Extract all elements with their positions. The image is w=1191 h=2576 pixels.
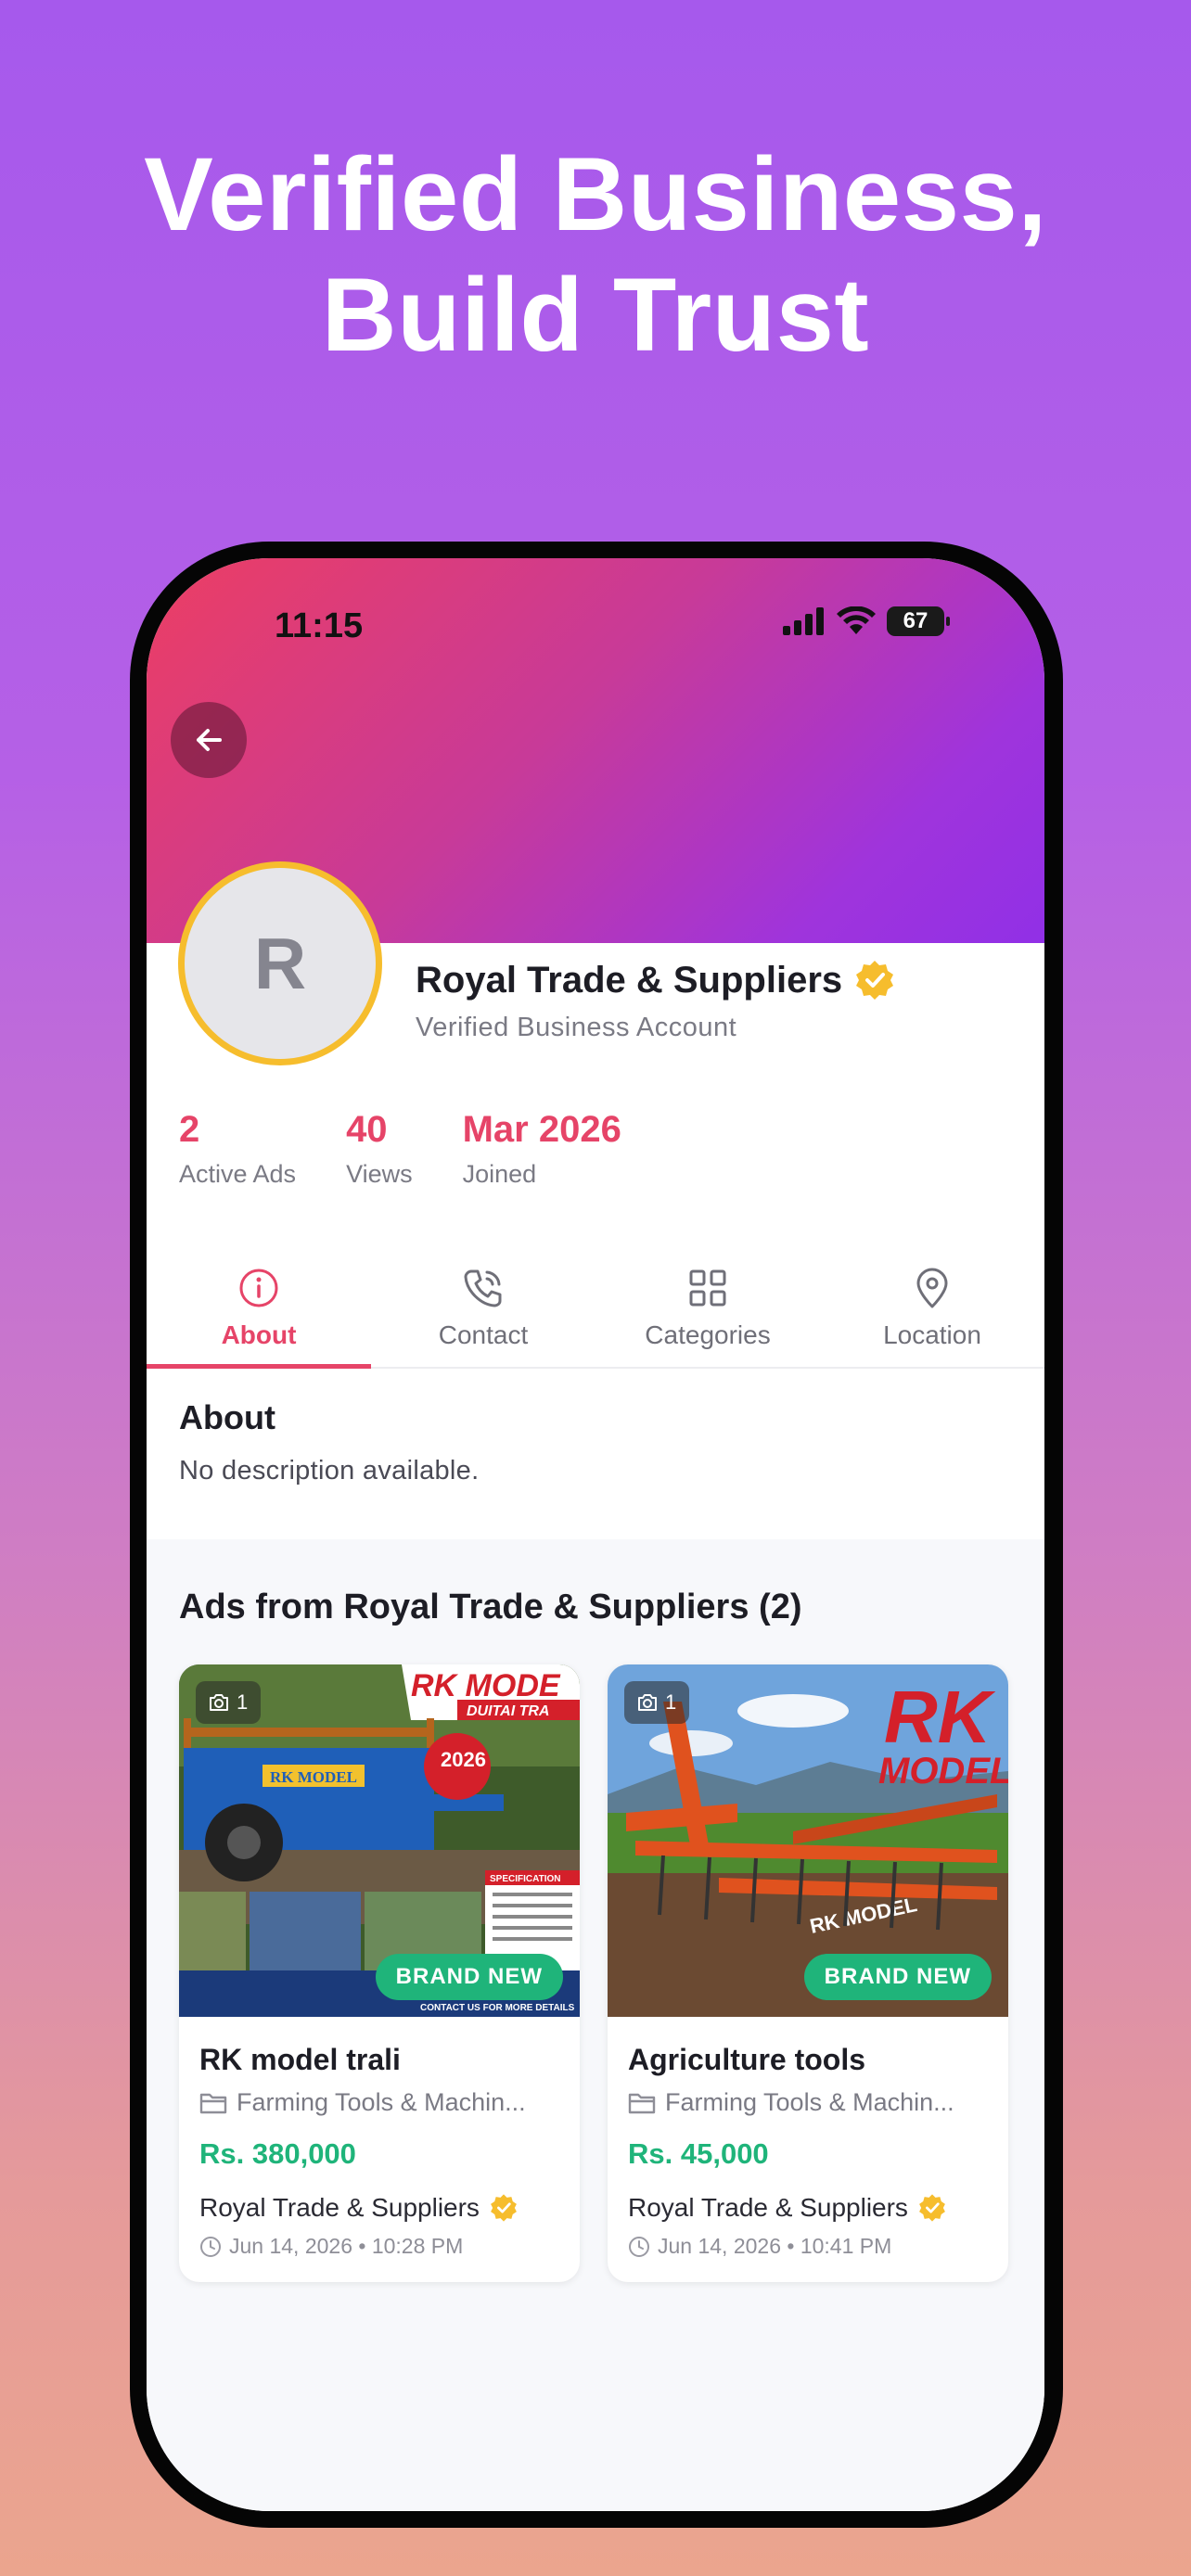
- tab-label: Contact: [438, 1320, 529, 1349]
- avatar: R: [178, 861, 382, 1065]
- image-brand-text: RK: [884, 1676, 996, 1758]
- ad-seller-row: Royal Trade & Suppliers: [199, 2193, 519, 2223]
- camera-icon: [210, 1694, 228, 1711]
- status-icons: 67: [783, 606, 950, 636]
- ad-category: Farming Tools & Machin...: [237, 2088, 526, 2116]
- signal-icon: [783, 607, 824, 635]
- headline-line-2: Build Trust: [321, 257, 870, 373]
- stat-value: 2: [179, 1109, 200, 1150]
- camera-icon: [638, 1694, 657, 1711]
- image-sub-text: DUITAI TRA: [467, 1703, 549, 1719]
- battery-level: 67: [903, 608, 928, 633]
- ad-price: Rs. 45,000: [628, 2137, 769, 2170]
- ad-date-row: Jun 14, 2026 • 10:41 PM: [628, 2234, 891, 2259]
- photo-count-badge: 1: [196, 1681, 262, 1724]
- clock-icon: [629, 2236, 649, 2257]
- stat-label: Active Ads: [179, 1160, 297, 1188]
- wifi-icon: [837, 606, 876, 634]
- condition-badge: BRAND NEW: [803, 1954, 992, 2000]
- arrow-left-icon: [197, 729, 222, 751]
- photo-count: 1: [665, 1690, 677, 1714]
- photo-count: 1: [237, 1690, 249, 1714]
- ad-date-row: Jun 14, 2026 • 10:28 PM: [199, 2234, 463, 2259]
- ad-title: RK model trali: [199, 2043, 401, 2076]
- image-year-text: 2026: [441, 1748, 486, 1771]
- ad-image: RK MODEL RK MODEL 1 BRAND NEW: [608, 1664, 1008, 2017]
- battery-icon: 67: [887, 606, 950, 636]
- avatar-initial: R: [253, 922, 307, 1004]
- stat-label: Views: [346, 1160, 413, 1188]
- tab-location[interactable]: Location: [820, 1256, 1044, 1367]
- back-button[interactable]: [171, 702, 247, 778]
- image-brand-text: RK MODE: [411, 1668, 561, 1703]
- ad-category-row: Farming Tools & Machin...: [199, 2088, 526, 2117]
- business-subtitle: Verified Business Account: [416, 1013, 737, 1042]
- about-description: No description available.: [179, 1456, 480, 1486]
- stat-value: 40: [346, 1109, 388, 1150]
- ad-date: Jun 14, 2026 • 10:41 PM: [658, 2234, 892, 2258]
- phone-screen: 11:15 67 R Royal Trade & Suppliers Verif…: [147, 558, 1044, 2511]
- ad-seller: Royal Trade & Suppliers: [628, 2193, 908, 2222]
- photo-count-badge: 1: [624, 1681, 690, 1724]
- ad-image: RK MODE DUITAI TRA RK MODEL 2026 SPECIFI…: [179, 1664, 580, 2017]
- folder-icon: [628, 2093, 656, 2113]
- stat-value: Mar 2026: [462, 1109, 621, 1150]
- promo-headline: Verified Business, Build Trust: [0, 134, 1191, 376]
- tab-categories[interactable]: Categories: [596, 1256, 820, 1367]
- folder-icon: [199, 2093, 227, 2113]
- business-name-row: Royal Trade & Suppliers: [416, 959, 896, 1001]
- ad-title: Agriculture tools: [628, 2043, 866, 2076]
- verified-badge-icon: [491, 2194, 517, 2222]
- image-body-text: RK MODEL: [270, 1768, 357, 1786]
- tab-label: Categories: [645, 1320, 771, 1349]
- stat-label: Joined: [462, 1160, 537, 1188]
- ad-seller-row: Royal Trade & Suppliers: [628, 2193, 947, 2223]
- image-sub-text: MODEL: [878, 1751, 1008, 1792]
- verified-badge-icon: [856, 961, 894, 1000]
- tab-about[interactable]: About: [147, 1256, 371, 1369]
- tab-label: About: [221, 1320, 297, 1349]
- ads-heading: Ads from Royal Trade & Suppliers (2): [179, 1588, 802, 1626]
- ad-category: Farming Tools & Machin...: [665, 2088, 954, 2116]
- info-icon: [239, 1269, 278, 1307]
- stat-active-ads: 2 Active Ads: [179, 1109, 296, 1189]
- profile-tabs: About Contact Categories Location: [147, 1256, 1044, 1369]
- ad-seller: Royal Trade & Suppliers: [199, 2193, 480, 2222]
- verified-badge-icon: [919, 2194, 945, 2222]
- condition-badge: BRAND NEW: [375, 1954, 563, 2000]
- clock-icon: [200, 2236, 221, 2257]
- tab-contact[interactable]: Contact: [371, 1256, 596, 1367]
- stat-views: 40 Views: [346, 1109, 413, 1189]
- ad-price: Rs. 380,000: [199, 2137, 356, 2170]
- status-time: 11:15: [275, 606, 364, 645]
- ad-card[interactable]: RK MODE DUITAI TRA RK MODEL 2026 SPECIFI…: [179, 1664, 580, 2282]
- image-cta-text: CONTACT US FOR MORE DETAILS: [420, 2003, 575, 2013]
- stat-joined: Mar 2026 Joined: [463, 1109, 621, 1189]
- ad-date: Jun 14, 2026 • 10:28 PM: [229, 2234, 464, 2258]
- tab-label: Location: [883, 1320, 981, 1349]
- stats-row: 2 Active Ads 40 Views Mar 2026 Joined: [179, 1109, 672, 1189]
- ad-category-row: Farming Tools & Machin...: [628, 2088, 954, 2117]
- business-name: Royal Trade & Suppliers: [416, 959, 843, 1001]
- about-heading: About: [179, 1398, 275, 1436]
- headline-line-1: Verified Business,: [144, 136, 1047, 252]
- phone-icon: [464, 1269, 502, 1307]
- image-spec-text: SPECIFICATION: [490, 1874, 560, 1884]
- ad-card[interactable]: RK MODEL RK MODEL 1 BRAND NEW Agricultur…: [608, 1664, 1008, 2282]
- grid-icon: [689, 1269, 726, 1307]
- map-pin-icon: [916, 1268, 948, 1308]
